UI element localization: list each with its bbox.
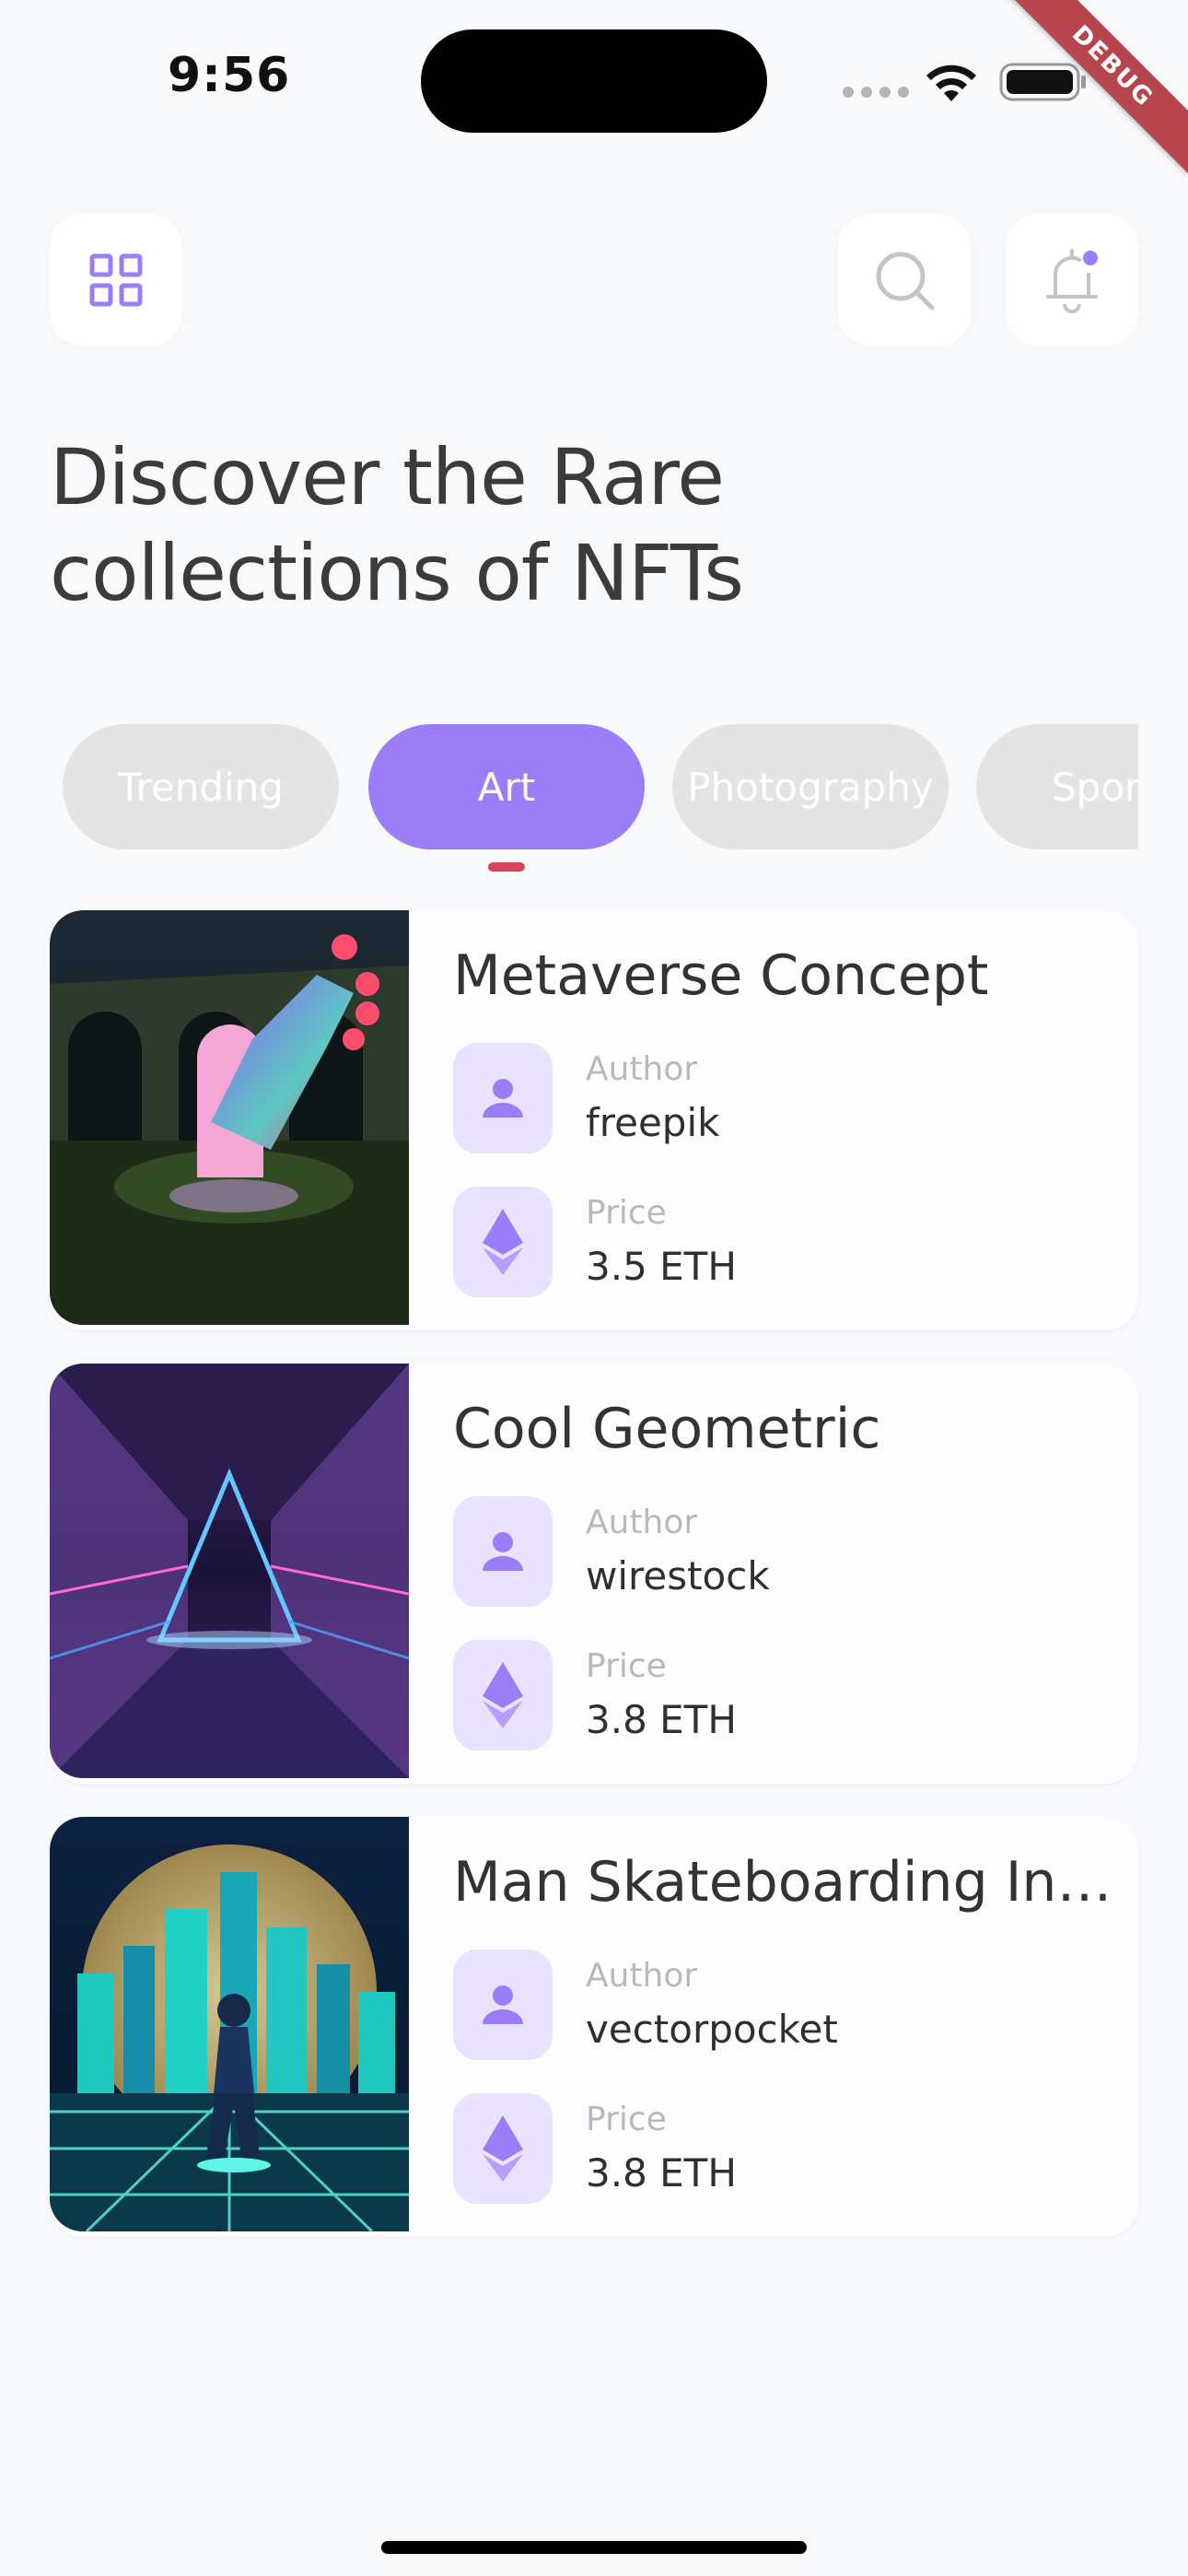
wifi-icon	[926, 64, 976, 101]
price-badge	[453, 2093, 553, 2204]
author-label: Author	[586, 1957, 698, 1995]
nft-card[interactable]: Cool Geometric Author wirestock Price 3.…	[50, 1364, 1138, 1784]
person-icon	[483, 1985, 523, 2024]
person-icon	[483, 1079, 523, 1118]
tab-photography[interactable]: Photography	[672, 724, 949, 849]
category-tabs: Trending Art Photography Sports	[50, 724, 1138, 853]
tab-trending[interactable]: Trending	[63, 724, 339, 849]
status-time: 9:56	[168, 48, 291, 103]
price-value: 3.5 ETH	[586, 1244, 737, 1289]
notification-button[interactable]	[1006, 214, 1138, 346]
ethereum-icon	[483, 2115, 523, 2182]
person-icon	[483, 1532, 523, 1571]
price-label: Price	[586, 2101, 667, 2138]
tab-art[interactable]: Art	[368, 724, 645, 849]
page-headline: Discover the Rare collections of NFTs	[50, 432, 744, 618]
grid-icon	[89, 253, 143, 307]
dynamic-island	[421, 29, 767, 133]
author-badge	[453, 1043, 553, 1153]
card-title: Cool Geometric	[453, 1397, 881, 1461]
price-value: 3.8 ETH	[586, 1697, 737, 1742]
bell-icon	[1046, 249, 1098, 313]
price-badge	[453, 1640, 553, 1751]
card-title: Metaverse Concept	[453, 943, 989, 1008]
card-title: Man Skateboarding In Neon City	[453, 1850, 1116, 1914]
nft-card[interactable]: Man Skateboarding In Neon City Author ve…	[50, 1817, 1138, 2237]
nft-card[interactable]: Metaverse Concept Author freepik Price 3…	[50, 910, 1138, 1330]
ethereum-icon	[483, 1662, 523, 1728]
author-badge	[453, 1496, 553, 1607]
nft-image-geometric[interactable]	[50, 1364, 409, 1778]
cellular-signal-icon	[843, 87, 909, 98]
author-label: Author	[586, 1050, 698, 1088]
price-value: 3.8 ETH	[586, 2150, 737, 2195]
author-badge	[453, 1950, 553, 2060]
battery-icon	[999, 63, 1086, 101]
price-label: Price	[586, 1194, 667, 1232]
menu-button[interactable]	[50, 214, 182, 346]
price-label: Price	[586, 1647, 667, 1685]
author-label: Author	[586, 1504, 698, 1541]
nft-home-screen: 9:56 DEBUG Discover the Rare collections…	[0, 0, 1188, 2576]
nft-image-metaverse[interactable]	[50, 910, 409, 1325]
search-button[interactable]	[838, 214, 971, 346]
active-tab-indicator	[488, 862, 525, 872]
author-name: freepik	[586, 1100, 720, 1145]
author-name: wirestock	[586, 1553, 770, 1598]
search-icon	[876, 252, 935, 310]
ethereum-icon	[483, 1209, 523, 1275]
author-name: vectorpocket	[586, 2007, 838, 2052]
tab-sports[interactable]: Sports	[976, 724, 1138, 849]
nft-image-skateboarder[interactable]	[50, 1817, 409, 2231]
price-badge	[453, 1187, 553, 1297]
home-indicator[interactable]	[381, 2541, 807, 2554]
